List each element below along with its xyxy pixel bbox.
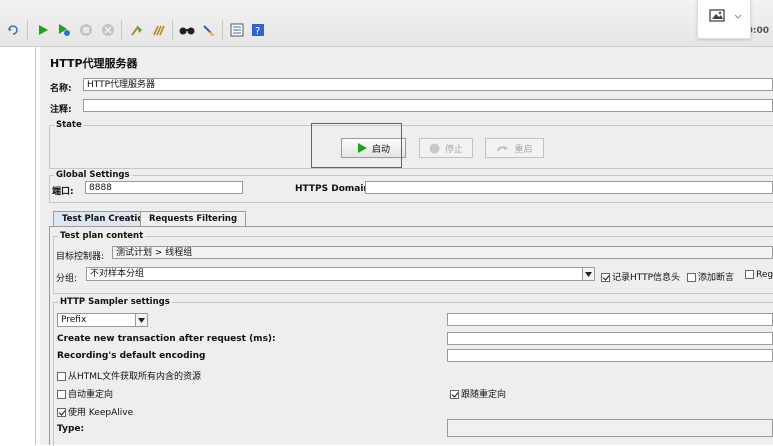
chevron-down-icon xyxy=(135,314,147,326)
toolbar-separator xyxy=(172,20,173,40)
comment-label: 注释: xyxy=(50,105,72,115)
new-transaction-field[interactable] xyxy=(447,332,773,345)
redirect-auto-label: 自动重定向 xyxy=(68,390,114,400)
prefix-text-field[interactable] xyxy=(447,313,773,326)
stop-button[interactable]: 停止 xyxy=(419,138,473,158)
record-headers-checkbox[interactable]: 记录HTTP信息头 xyxy=(601,270,680,283)
https-domains-field[interactable] xyxy=(365,181,773,194)
function-helper-icon[interactable] xyxy=(228,21,246,39)
restart-icon xyxy=(497,145,509,151)
highlight-box xyxy=(311,123,402,168)
svg-text:?: ? xyxy=(255,26,260,37)
record-headers-label: 记录HTTP信息头 xyxy=(612,273,681,283)
redirect-auto-checkbox[interactable]: 自动重定向 xyxy=(57,387,113,400)
regex-checkbox[interactable]: Reg xyxy=(745,270,773,280)
toolbar-separator xyxy=(27,20,28,40)
start-no-pause-icon[interactable] xyxy=(55,21,73,39)
regex-label: Reg xyxy=(756,270,773,280)
stop-button-label: 停止 xyxy=(444,144,463,155)
add-assertion-label: 添加断言 xyxy=(698,273,735,283)
expand-icon[interactable] xyxy=(4,21,22,39)
toolbar-separator xyxy=(121,20,122,40)
prefix-value: Prefix xyxy=(61,315,87,325)
checkbox-icon xyxy=(450,390,459,399)
port-field[interactable]: 8888 xyxy=(85,181,243,194)
prefix-select[interactable]: Prefix xyxy=(57,313,148,327)
retrieve-resources-checkbox[interactable]: 从HTML文件获取所有内含的资源 xyxy=(57,369,201,382)
encoding-field[interactable] xyxy=(447,349,773,362)
proxy-config-panel: HTTP代理服务器 名称: HTTP代理服务器 注释: State 启动 停止 … xyxy=(40,47,773,446)
new-transaction-label: Create new transaction after request (ms… xyxy=(57,334,276,344)
tab-requests-filtering[interactable]: Requests Filtering xyxy=(140,211,247,226)
checkbox-icon xyxy=(57,372,66,381)
restart-button-label: 重启 xyxy=(514,144,533,155)
checkbox-icon xyxy=(57,408,66,417)
restart-button[interactable]: 重启 xyxy=(485,138,544,158)
page-title: HTTP代理服务器 xyxy=(50,57,138,70)
toolbar-separator xyxy=(222,20,223,40)
chevron-down-icon xyxy=(582,268,594,280)
state-group: State xyxy=(49,120,773,169)
name-label: 名称: xyxy=(50,84,72,94)
test-plan-content-label: Test plan content xyxy=(58,231,146,241)
test-plan-tree[interactable] xyxy=(0,47,36,445)
http-sampler-label: HTTP Sampler settings xyxy=(58,297,172,307)
shutdown-icon[interactable] xyxy=(99,21,117,39)
grouping-select[interactable]: 不对样本分组 xyxy=(86,267,595,281)
keepalive-checkbox[interactable]: 使用 KeepAlive xyxy=(57,405,133,418)
target-controller-field[interactable]: 测试计划 > 线程组 xyxy=(112,246,773,259)
state-group-label: State xyxy=(54,120,84,130)
search-icon[interactable] xyxy=(178,21,196,39)
type-label: Type: xyxy=(57,424,85,434)
toolbar: ? 00:00:00 xyxy=(0,0,773,47)
encoding-label: Recording's default encoding xyxy=(57,351,206,361)
retrieve-resources-label: 从HTML文件获取所有内含的资源 xyxy=(68,372,202,382)
checkbox-icon xyxy=(57,390,66,399)
add-assertion-checkbox[interactable]: 添加断言 xyxy=(687,270,734,283)
image-icon xyxy=(709,9,742,22)
follow-redirects-label: 跟随重定向 xyxy=(461,390,507,400)
start-icon[interactable] xyxy=(34,21,52,39)
port-label: 端口: xyxy=(52,187,74,197)
global-settings-label: Global Settings xyxy=(54,170,132,180)
keepalive-label: 使用 KeepAlive xyxy=(68,408,134,418)
clear-icon[interactable] xyxy=(128,21,146,39)
reset-search-icon[interactable] xyxy=(200,21,218,39)
stop-icon xyxy=(429,143,440,153)
comment-field[interactable] xyxy=(83,99,773,112)
checkbox-icon xyxy=(745,270,754,279)
test-plan-content-group: Test plan content xyxy=(53,231,773,294)
help-icon[interactable]: ? xyxy=(249,21,267,39)
grouping-label: 分组: xyxy=(56,274,78,284)
clear-all-icon[interactable] xyxy=(150,21,168,39)
name-field[interactable]: HTTP代理服务器 xyxy=(83,78,773,91)
grouping-value: 不对样本分组 xyxy=(90,269,145,279)
follow-redirects-checkbox[interactable]: 跟随重定向 xyxy=(450,387,506,400)
checkbox-icon xyxy=(687,273,696,282)
stop-icon[interactable] xyxy=(77,21,95,39)
type-field[interactable] xyxy=(447,419,773,437)
checkbox-icon xyxy=(601,273,610,282)
target-controller-label: 目标控制器: xyxy=(56,252,105,262)
image-menu-button[interactable] xyxy=(697,0,751,39)
